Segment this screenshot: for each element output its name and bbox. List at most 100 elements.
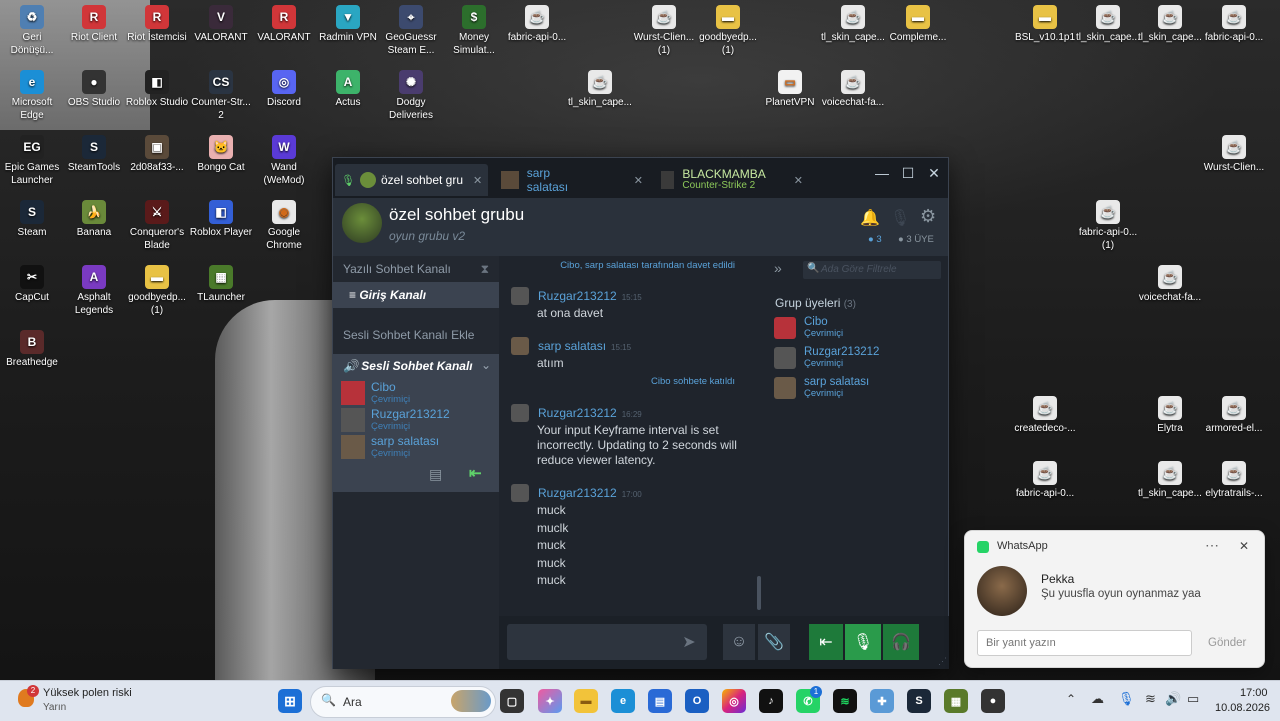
desktop-icon[interactable]: V VALORANT	[189, 5, 253, 44]
desktop-icon[interactable]: ✂ CapCut	[0, 265, 64, 304]
file-explorer-icon[interactable]: ▬	[574, 689, 598, 713]
desktop-icon[interactable]: ☕ createdeco-...	[1013, 396, 1077, 435]
send-button[interactable]: ➤	[671, 624, 707, 660]
leave-voice-icon[interactable]: ⇤	[469, 464, 482, 482]
close-icon[interactable]: ✕	[634, 174, 643, 187]
weather-widget[interactable]: 2 Yüksek polen riski Yarın	[18, 685, 168, 717]
desktop-icon[interactable]: S Steam	[0, 200, 64, 239]
voice-icon[interactable]: 🎙	[890, 208, 910, 228]
desktop-icon[interactable]: ☕ tl_skin_cape...	[821, 5, 885, 44]
battery-icon[interactable]: ▭	[1187, 691, 1199, 707]
outlook-icon[interactable]: O	[685, 689, 709, 713]
desktop-icon[interactable]: ● OBS Studio	[62, 70, 126, 109]
store-icon[interactable]: ▤	[648, 689, 672, 713]
avatar[interactable]	[511, 484, 529, 502]
desktop-icon[interactable]: R VALORANT	[252, 5, 316, 44]
message-author[interactable]: sarp salatası 15:15	[538, 339, 631, 353]
desktop-icon[interactable]: W Wand (WeMod)	[252, 135, 316, 187]
member-cibo[interactable]: Cibo Çevrimiçi	[774, 315, 944, 339]
steam-taskbar-icon[interactable]: S	[907, 689, 931, 713]
desktop-icon[interactable]: S SteamTools	[62, 135, 126, 174]
minecraft-icon[interactable]: ▦	[944, 689, 968, 713]
desktop-icon[interactable]: ▣ 2d08af33-...	[125, 135, 189, 174]
close-window-icon[interactable]: ✕	[923, 162, 945, 184]
close-icon[interactable]: ✕	[473, 174, 482, 187]
leave-voice-button[interactable]: ⇤	[809, 624, 843, 660]
attach-button[interactable]: 📎	[758, 624, 790, 660]
message-author[interactable]: Ruzgar213212 16:29	[538, 406, 642, 420]
desktop-icon[interactable]: ▭ PlanetVPN	[758, 70, 822, 109]
desktop-icon[interactable]: 🍌 Banana	[62, 200, 126, 239]
desktop-icon[interactable]: 🐱 Bongo Cat	[189, 135, 253, 174]
desktop-icon[interactable]: ⚔ Conqueror's Blade	[125, 200, 189, 252]
member-sarp[interactable]: sarp salatası Çevrimiçi	[774, 375, 944, 399]
desktop-icon[interactable]: ☕ tl_skin_cape...	[1138, 5, 1202, 44]
desktop-icon[interactable]: ✺ Dodgy Deliveries	[379, 70, 443, 122]
tab-blackmamba[interactable]: BLACKMAMBA Counter-Strike 2 ✕	[653, 164, 803, 196]
instagram-icon[interactable]: ◎	[722, 689, 746, 713]
gear-icon[interactable]: ⚙	[920, 206, 936, 227]
desktop-icon[interactable]: ◧ Roblox Studio	[125, 70, 189, 109]
desktop-icon[interactable]: ☕ fabric-api-0... (1)	[1076, 200, 1140, 252]
cloud-icon[interactable]: ☁	[1091, 691, 1104, 707]
chat-scrollbar[interactable]	[757, 576, 761, 610]
emoji-button[interactable]: ☺	[723, 624, 755, 660]
desktop-icon[interactable]: ☕ fabric-api-0...	[1202, 5, 1266, 44]
channel-item-giris[interactable]: ≡ Giriş Kanalı	[333, 282, 499, 308]
avatar[interactable]	[511, 287, 529, 305]
desktop-icon[interactable]: ◎ Discord	[252, 70, 316, 109]
group-avatar[interactable]	[342, 203, 382, 243]
desktop-icon[interactable]: ▬ goodbyedp... (1)	[125, 265, 189, 317]
desktop-icon[interactable]: ☕ fabric-api-0...	[505, 5, 569, 44]
desktop-icon[interactable]: ☕ voicechat-fa...	[1138, 265, 1202, 304]
start-button[interactable]: ⊞	[278, 689, 302, 713]
spotify-icon[interactable]: ≋	[833, 689, 857, 713]
desktop-icon[interactable]: ☕ tl_skin_cape...	[568, 70, 632, 109]
desktop-icon[interactable]: CS Counter-Str... 2	[189, 70, 253, 122]
minimize-icon[interactable]: —	[871, 162, 893, 184]
task-view-icon[interactable]: ▢	[500, 689, 524, 713]
voice-user-cibo[interactable]: Cibo Çevrimiçi	[341, 380, 491, 406]
desktop-icon[interactable]: B Breathedge	[0, 330, 64, 369]
desktop-icon[interactable]: ☕ Wurst-Clien...	[1202, 135, 1266, 174]
desktop-icon[interactable]: ☕ armored-el...	[1202, 396, 1266, 435]
reply-input[interactable]	[977, 630, 1192, 656]
desktop-icon[interactable]: ▬ goodbyedp... (1)	[696, 5, 760, 57]
whatsapp-notification[interactable]: WhatsApp ⋯ ✕ Pekka Şu yuusfla oyun oynan…	[964, 530, 1265, 668]
desktop-icon[interactable]: ▦ TLauncher	[189, 265, 253, 304]
message-author[interactable]: Ruzgar213212 17:00	[538, 486, 642, 500]
mic-button[interactable]: 🎙	[845, 624, 881, 660]
collapse-icon[interactable]: »	[774, 260, 782, 276]
member-ruzgar[interactable]: Ruzgar213212 Çevrimiçi	[774, 345, 944, 369]
desktop-icon[interactable]: A Asphalt Legends	[62, 265, 126, 317]
desktop-icon[interactable]: ▬ BSL_v10.1p1	[1013, 5, 1077, 44]
desktop-icon[interactable]: ◉ Google Chrome	[252, 200, 316, 252]
tab-sarp-salatasi[interactable]: sarp salatası ✕	[493, 164, 643, 196]
volume-icon[interactable]: 🔊	[1165, 691, 1181, 707]
copilot-icon[interactable]: ✦	[538, 689, 562, 713]
member-filter[interactable]: 🔍 Ada Göre Filtrele	[803, 261, 941, 279]
network-app-icon[interactable]: ✚	[870, 689, 894, 713]
desktop-icon[interactable]: ▬ Compleme...	[886, 5, 950, 44]
tab-group-chat[interactable]: 🎙 özel sohbet gru ✕	[335, 164, 488, 196]
desktop-icon[interactable]: ☕ tl_skin_cape...	[1138, 461, 1202, 500]
chevron-down-icon[interactable]: ⌄	[481, 358, 491, 372]
voice-user-sarp[interactable]: sarp salatası Çevrimiçi	[341, 434, 491, 460]
voice-channel-header[interactable]: 🔊 Sesli Sohbet Kanalı	[343, 359, 473, 373]
close-icon[interactable]: ✕	[794, 174, 803, 187]
clock-time[interactable]: 17:00	[1240, 687, 1268, 699]
desktop-icon[interactable]: EG Epic Games Launcher	[0, 135, 64, 187]
avatar[interactable]	[511, 337, 529, 355]
message-author[interactable]: Ruzgar213212 15:15	[538, 289, 642, 303]
desktop-icon[interactable]: A Actus	[316, 70, 380, 109]
bell-icon[interactable]: 🔔	[860, 208, 880, 228]
desktop-icon[interactable]: ◧ Roblox Player	[189, 200, 253, 239]
send-reply-button[interactable]: Gönder	[1208, 637, 1246, 649]
desktop-icon[interactable]: ☕ Elytra	[1138, 396, 1202, 435]
chevron-up-icon[interactable]: ⌃	[1066, 692, 1076, 706]
desktop-icon[interactable]: ☕ elytratrails-...	[1202, 461, 1266, 500]
desktop-icon[interactable]: ☕ tl_skin_cape...	[1076, 5, 1140, 44]
desktop-icon[interactable]: ⌖ GeoGuessr Steam E...	[379, 5, 443, 57]
resize-grip-icon[interactable]: ⋰	[938, 656, 947, 667]
obs-taskbar-icon[interactable]: ●	[981, 689, 1005, 713]
